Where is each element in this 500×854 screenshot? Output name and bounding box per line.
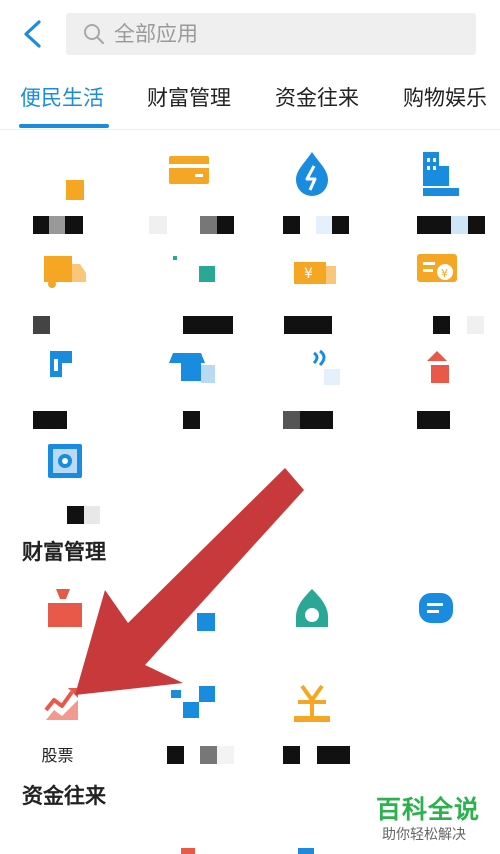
tab-convenience[interactable]: 便民生活 (20, 84, 104, 112)
fund-icon (296, 589, 328, 627)
app-item[interactable] (375, 585, 500, 705)
svg-text:¥: ¥ (441, 267, 448, 280)
obscured-label (125, 746, 250, 766)
obscured-label (375, 411, 500, 431)
safe-icon (48, 444, 82, 478)
obscured-label (125, 411, 250, 431)
app-item[interactable] (250, 680, 375, 800)
obscured-label (375, 216, 500, 236)
obscured-label (250, 746, 375, 766)
chevron-left-icon (24, 20, 41, 48)
app-item[interactable] (125, 680, 250, 800)
watermark-subtitle: 助你轻松解决 (382, 827, 466, 843)
obscured-label (250, 216, 375, 236)
app-item[interactable] (125, 830, 250, 854)
insurance-icon (419, 593, 453, 623)
obscured-label (125, 316, 250, 336)
yuan-icon: ¥ (294, 262, 336, 284)
app-icon (427, 351, 449, 383)
active-tab-indicator (19, 124, 109, 128)
section-title-wealth: 财富管理 (22, 540, 106, 564)
stock-chart-icon (44, 688, 78, 720)
app-item[interactable] (250, 345, 375, 465)
obscured-label (0, 411, 125, 431)
obscured-label (250, 411, 375, 431)
truck-icon (44, 256, 86, 288)
category-tabs: 便民生活 财富管理 资金往来 购物娱乐 (0, 68, 500, 130)
app-item[interactable] (250, 830, 375, 854)
app-icon (50, 351, 72, 377)
svg-text:¥: ¥ (304, 266, 313, 282)
obscured-label (125, 216, 250, 236)
section-title-funds: 资金往来 (22, 784, 106, 808)
app-label-stocks: 股票 (41, 746, 74, 765)
money-bag-icon (48, 589, 82, 627)
yuan-coin-icon (294, 684, 330, 722)
obscured-label (375, 316, 500, 336)
obscured-label (0, 506, 125, 526)
header: 全部应用 (0, 0, 500, 66)
tab-shopping[interactable]: 购物娱乐 (403, 84, 487, 112)
tab-wealth[interactable]: 财富管理 (147, 84, 231, 112)
watermark-title: 百科全说 (376, 795, 481, 824)
signal-icon (312, 349, 340, 385)
app-icon (66, 180, 84, 200)
bill-icon: ¥ (417, 254, 457, 282)
search-input[interactable]: 全部应用 (66, 13, 476, 55)
watermark-logo: 百科全说 助你轻松解决 (370, 790, 495, 850)
app-item[interactable] (125, 345, 250, 465)
app-icon (173, 256, 215, 282)
obscured-label (0, 316, 125, 336)
obscured-label (250, 316, 375, 336)
app-icon (298, 848, 314, 854)
app-icon (197, 613, 215, 631)
app-icon (171, 686, 215, 718)
building-icon (423, 152, 459, 196)
back-button[interactable] (14, 14, 54, 54)
tab-funds[interactable]: 资金往来 (275, 84, 359, 112)
app-icon (181, 848, 195, 854)
search-icon (84, 24, 105, 45)
app-item[interactable] (375, 345, 500, 465)
search-placeholder: 全部应用 (114, 22, 198, 46)
car-icon (169, 353, 215, 383)
obscured-label (0, 216, 125, 236)
water-drop-icon (296, 152, 328, 196)
card-icon (169, 156, 209, 184)
